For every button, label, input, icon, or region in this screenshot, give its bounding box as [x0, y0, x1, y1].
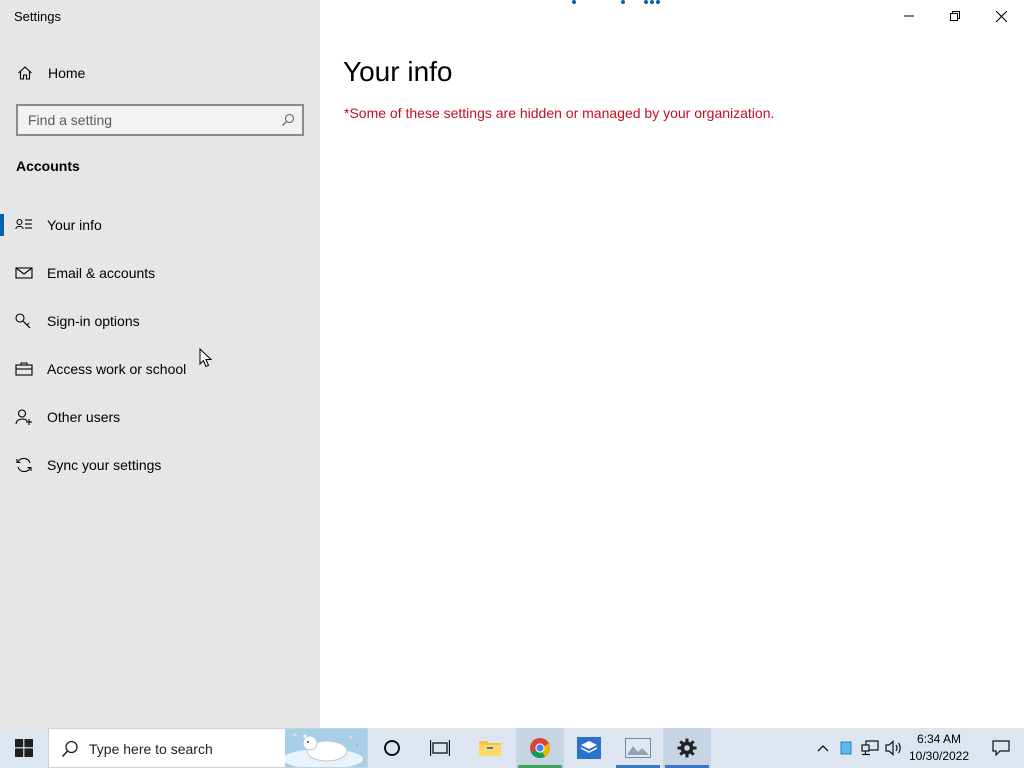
chrome-button[interactable]	[516, 728, 564, 768]
windows-logo-icon	[15, 739, 33, 757]
sidebar: Settings Home Accounts Your info	[0, 0, 320, 728]
search-icon	[61, 740, 79, 763]
settings-window: Settings Home Accounts Your info	[0, 0, 1024, 728]
action-center-button[interactable]	[978, 728, 1024, 768]
clock-time: 6:34 AM	[916, 732, 962, 746]
sidebar-item-label: Other users	[47, 409, 121, 425]
search-icon[interactable]	[281, 113, 295, 132]
gear-icon	[677, 738, 697, 758]
sidebar-item-sync-settings[interactable]: Sync your settings	[0, 445, 320, 485]
find-setting-input[interactable]	[18, 106, 268, 134]
home-label: Home	[48, 65, 86, 81]
taskbar-search-box[interactable]: Type here to search	[48, 728, 368, 768]
restore-icon	[950, 11, 960, 21]
volume-button[interactable]	[883, 728, 905, 768]
mail-app-button[interactable]	[565, 728, 613, 768]
chevron-up-icon	[817, 745, 829, 752]
loading-dots-indicator	[572, 0, 660, 4]
home-nav-item[interactable]: Home	[0, 57, 320, 89]
minimize-button[interactable]	[886, 0, 932, 32]
person-add-icon	[15, 409, 33, 425]
restore-button[interactable]	[932, 0, 978, 32]
taskbar: Type here to search 6:34 AM 10/30/2022	[0, 728, 1024, 768]
photo-viewer-button[interactable]	[614, 728, 662, 768]
organization-notice: *Some of these settings are hidden or ma…	[344, 105, 775, 121]
cortana-icon	[384, 740, 400, 756]
app-title: Settings	[14, 9, 61, 24]
search-highlight-illustration	[285, 729, 367, 767]
sidebar-item-label: Sync your settings	[47, 457, 162, 473]
speaker-icon	[885, 740, 901, 756]
sync-icon	[15, 457, 33, 473]
close-button[interactable]	[978, 0, 1024, 32]
sidebar-item-other-users[interactable]: Other users	[0, 397, 320, 437]
clock[interactable]: 6:34 AM 10/30/2022	[906, 731, 972, 765]
picture-icon	[625, 738, 651, 758]
tray-app-button[interactable]	[836, 728, 856, 768]
file-explorer-button[interactable]	[466, 728, 514, 768]
network-icon	[861, 740, 879, 756]
sidebar-item-sign-in-options[interactable]: Sign-in options	[0, 301, 320, 341]
task-view-button[interactable]	[416, 728, 464, 768]
taskbar-search-placeholder: Type here to search	[89, 741, 213, 757]
home-icon	[17, 65, 33, 86]
mouse-cursor-icon	[199, 348, 213, 368]
briefcase-icon	[15, 361, 33, 377]
chrome-icon	[530, 738, 551, 759]
sidebar-item-label: Sign-in options	[47, 313, 140, 329]
selection-indicator	[0, 214, 4, 236]
start-button[interactable]	[0, 728, 48, 768]
sidebar-item-access-work-school[interactable]: Access work or school	[0, 349, 320, 389]
folder-icon	[479, 741, 501, 756]
page-title: Your info	[343, 56, 453, 87]
person-card-icon	[15, 217, 33, 233]
minimize-icon	[904, 15, 914, 17]
settings-app-button[interactable]	[663, 728, 711, 768]
find-setting-search[interactable]	[16, 104, 304, 136]
cortana-button[interactable]	[368, 728, 416, 768]
sidebar-item-label: Access work or school	[47, 361, 187, 377]
sidebar-item-label: Your info	[47, 217, 102, 233]
tray-app-icon	[840, 741, 852, 755]
clock-date: 10/30/2022	[908, 749, 970, 763]
network-button[interactable]	[858, 728, 882, 768]
sidebar-item-email-accounts[interactable]: Email & accounts	[0, 253, 320, 293]
show-hidden-icons-button[interactable]	[812, 728, 834, 768]
close-icon	[995, 10, 1007, 22]
sidebar-item-your-info[interactable]: Your info	[0, 205, 320, 245]
key-icon	[15, 313, 33, 329]
notification-icon	[992, 740, 1010, 756]
section-header-accounts: Accounts	[16, 158, 80, 174]
app-box-icon	[577, 737, 601, 759]
sidebar-item-label: Email & accounts	[47, 265, 156, 281]
task-view-icon	[430, 740, 450, 756]
mail-icon	[15, 265, 33, 281]
